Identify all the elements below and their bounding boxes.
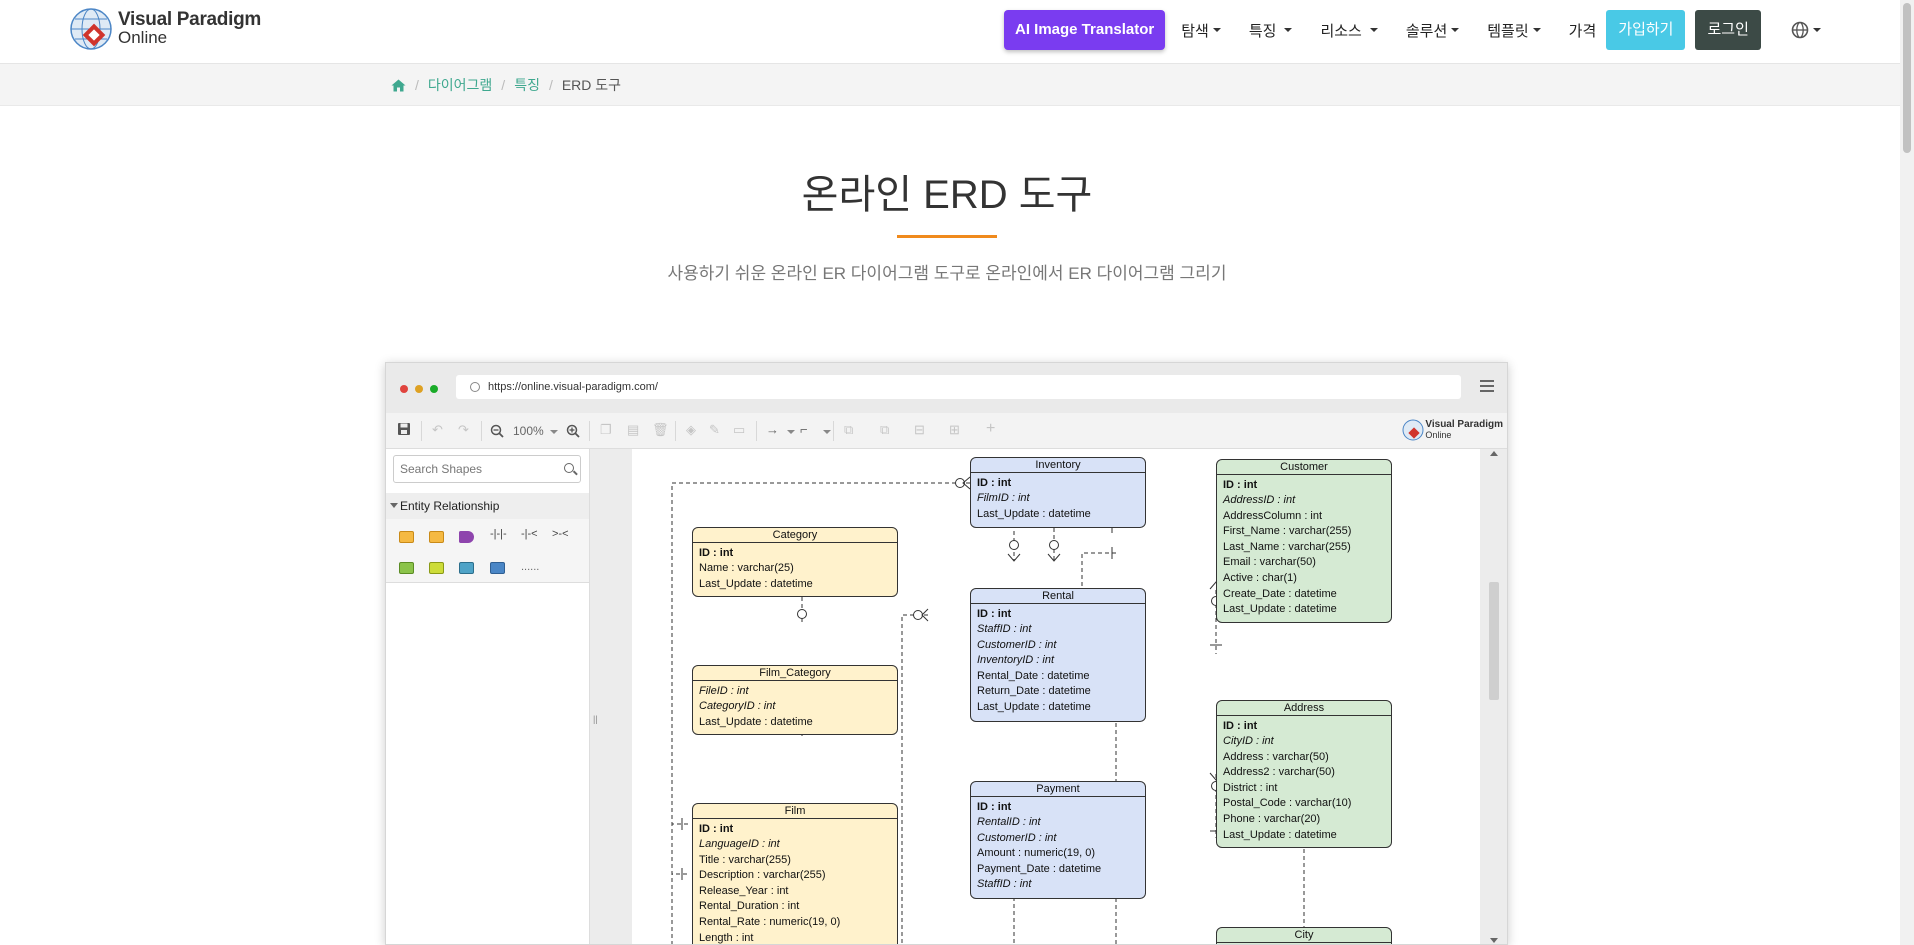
- page-subtitle: 사용하기 쉬운 온라인 ER 다이어그램 도구로 온라인에서 ER 다이어그램 …: [667, 264, 1227, 283]
- breadcrumb-diagrams[interactable]: 다이어그램: [428, 75, 492, 95]
- caret-down-icon: [1532, 28, 1541, 32]
- breadcrumb-bar: / 다이어그램 / 특징 / ERD 도구: [0, 64, 1900, 106]
- nav-features[interactable]: 특징: [1249, 20, 1293, 41]
- url-bar: https://online.visual-paradigm.com/: [456, 375, 1461, 399]
- paste-icon: ▤: [627, 422, 640, 437]
- zoom-in-icon: [566, 424, 580, 438]
- home-icon[interactable]: [391, 79, 406, 92]
- connector-style-icon: →: [766, 422, 779, 437]
- one-to-one-icon[interactable]: -|-|-: [490, 528, 507, 540]
- group-icon: ⧉: [880, 422, 890, 437]
- caret-down-icon: [787, 430, 795, 434]
- breadcrumb-current: ERD 도구: [561, 77, 622, 93]
- logo-name: Visual Paradigm: [118, 9, 261, 30]
- hamburger-menu-icon: [1480, 380, 1494, 392]
- many-to-many-icon[interactable]: >-<: [552, 528, 569, 540]
- page-scrollbar-thumb[interactable]: [1903, 3, 1911, 153]
- nav-solutions[interactable]: 솔루션: [1406, 20, 1460, 41]
- grid-shape-icon[interactable]: [429, 562, 444, 574]
- editor-toolbar: ↶ ↷ 100% ❐ ▤ 🗑 ◈ ✎ ▭ → ⌐ ⧉ ⧉ ⊟ ⊞ + Visua…: [386, 413, 1507, 449]
- page-scrollbar[interactable]: [1900, 0, 1914, 945]
- breadcrumb: / 다이어그램 / 특징 / ERD 도구: [391, 75, 621, 95]
- editor-brand-logo: Visual Paradigm Online: [1402, 419, 1503, 441]
- triangle-down-icon: [390, 503, 398, 508]
- zoom-level: 100%: [513, 424, 544, 438]
- save-icon: [398, 423, 410, 435]
- globe-icon: [1791, 21, 1809, 39]
- nav-resources[interactable]: 리소스: [1320, 20, 1378, 41]
- waypoint-style-icon: ⌐: [800, 422, 808, 437]
- distribute-icon: ⊞: [949, 422, 960, 437]
- page-title: 온라인 ERD 도구: [801, 173, 1093, 217]
- site-logo[interactable]: Visual Paradigm Online: [69, 6, 261, 52]
- shadow-icon: ▭: [733, 422, 746, 437]
- caret-down-icon: [1284, 28, 1293, 32]
- entity-film-category[interactable]: Film_Category FileID : int CategoryID : …: [692, 665, 898, 735]
- redo-icon: ↷: [458, 422, 469, 437]
- browser-chrome: https://online.visual-paradigm.com/: [386, 363, 1507, 413]
- nav-templates[interactable]: 템플릿: [1487, 20, 1541, 41]
- entity-shape-icon[interactable]: [399, 531, 414, 543]
- login-button[interactable]: 로그인: [1695, 10, 1761, 50]
- copy-icon: ❐: [600, 422, 612, 437]
- entity-inventory[interactable]: Inventory ID : int FilmID : int Last_Upd…: [970, 457, 1146, 528]
- reload-icon: [470, 382, 480, 392]
- panel-splitter[interactable]: ||: [590, 449, 632, 944]
- palette-header[interactable]: Entity Relationship: [386, 493, 589, 519]
- entity-rental[interactable]: Rental ID : int StaffID : int CustomerID…: [970, 588, 1146, 722]
- entity-customer[interactable]: Customer ID : int AddressID : int Addres…: [1216, 459, 1392, 623]
- weak-entity-shape-icon[interactable]: [429, 531, 444, 543]
- canvas-scrollbar[interactable]: [1480, 449, 1507, 944]
- signup-button[interactable]: 가입하기: [1606, 10, 1686, 50]
- zoom-out-icon: [490, 424, 504, 438]
- dotted-line-icon[interactable]: ......: [521, 561, 539, 573]
- delete-icon: 🗑: [652, 422, 669, 437]
- ai-image-translator-button[interactable]: AI Image Translator: [1004, 10, 1166, 50]
- insert-icon: +: [986, 420, 996, 437]
- caret-down-icon: [1369, 28, 1378, 32]
- caret-down-icon: [1812, 28, 1821, 32]
- nav-pricing[interactable]: 가격: [1569, 20, 1597, 41]
- top-navbar: Visual Paradigm Online AI Image Translat…: [0, 0, 1900, 64]
- table-shape-icon[interactable]: [399, 562, 414, 574]
- window-minimize-dot: [415, 385, 423, 393]
- align-icon: ⊟: [914, 422, 925, 437]
- window-maximize-dot: [430, 385, 438, 393]
- diagram-canvas[interactable]: Inventory ID : int FilmID : int Last_Upd…: [632, 449, 1480, 944]
- shape-panel: Search Shapes Entity Relationship -|-|- …: [386, 449, 590, 944]
- undo-icon: ↶: [432, 422, 443, 437]
- nav-explore[interactable]: 탐색: [1181, 20, 1221, 41]
- view-shape-icon[interactable]: [459, 531, 474, 543]
- logo-sub: Online: [118, 28, 168, 47]
- note-shape-icon[interactable]: [459, 562, 474, 574]
- logo-icon: [69, 6, 115, 52]
- caret-down-icon: [1212, 28, 1221, 32]
- caret-down-icon: [550, 430, 558, 434]
- doc-shape-icon[interactable]: [490, 562, 505, 574]
- language-selector[interactable]: [1791, 21, 1821, 39]
- entity-film[interactable]: Film ID : int LanguageID : int Title : v…: [692, 803, 898, 944]
- arrange-icon: ⧉: [844, 422, 854, 437]
- window-close-dot: [400, 385, 408, 393]
- canvas-scrollbar-thumb[interactable]: [1489, 582, 1499, 700]
- line-color-icon: ✎: [709, 422, 720, 437]
- caret-down-icon: [823, 430, 831, 434]
- one-to-many-icon[interactable]: -|-<: [521, 528, 538, 540]
- search-icon: [564, 463, 574, 473]
- search-shapes-input[interactable]: Search Shapes: [393, 455, 581, 483]
- entity-city[interactable]: City: [1216, 927, 1392, 944]
- entity-payment[interactable]: Payment ID : int RentalID : int Customer…: [970, 781, 1146, 899]
- shape-palette: -|-|- -|-< >-< ......: [386, 519, 589, 583]
- title-underline: [897, 235, 997, 238]
- entity-address[interactable]: Address ID : int CityID : int Address : …: [1216, 700, 1392, 848]
- caret-down-icon: [1451, 28, 1460, 32]
- fill-color-icon: ◈: [686, 422, 696, 437]
- breadcrumb-features[interactable]: 특징: [514, 75, 540, 95]
- entity-category[interactable]: Category ID : int Name : varchar(25) Las…: [692, 527, 898, 597]
- app-screenshot: https://online.visual-paradigm.com/ ↶ ↷ …: [385, 362, 1508, 945]
